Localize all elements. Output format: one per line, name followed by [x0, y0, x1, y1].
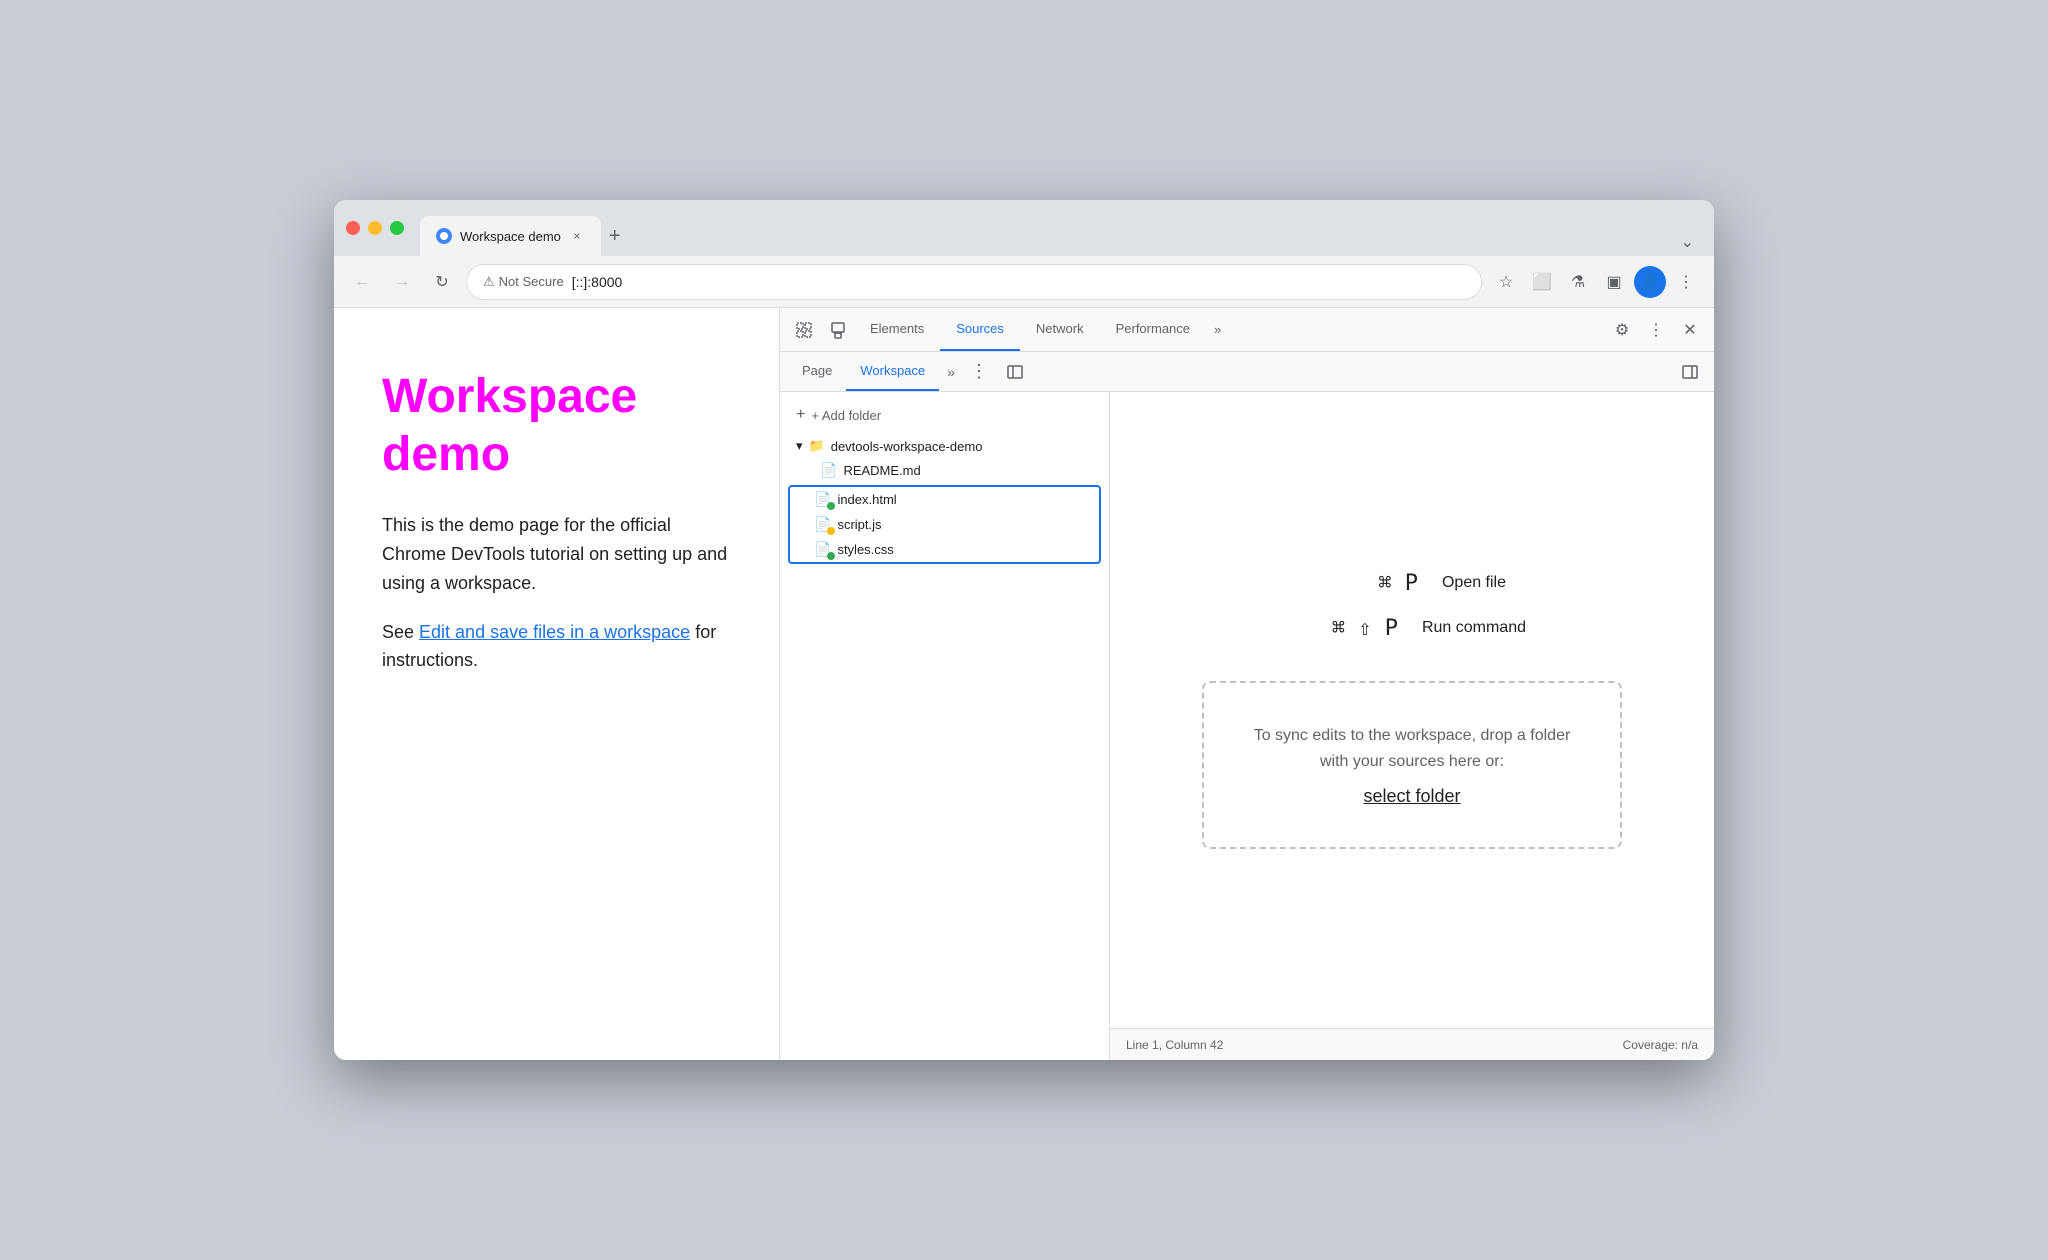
tab-favicon: [436, 228, 452, 244]
page-link-text: See Edit and save files in a workspace f…: [382, 618, 731, 676]
devtools-topbar: Elements Sources Network Performance » ⚙: [780, 308, 1714, 352]
page-content: Workspace demo This is the demo page for…: [334, 308, 779, 1060]
drop-zone[interactable]: To sync edits to the workspace, drop a f…: [1202, 681, 1622, 849]
nav-bar: ← → ↻ ⚠ Not Secure [::]:8000 ☆ ⬜ ⚗ ▣ 👤 ⋮: [334, 256, 1714, 308]
devtools-tabs: Elements Sources Network Performance »: [854, 308, 1606, 351]
status-bar: Line 1, Column 42 Coverage: n/a: [1110, 1028, 1714, 1060]
subtab-menu-button[interactable]: ⋮: [963, 356, 995, 388]
warning-icon: ⚠: [483, 274, 495, 290]
file-group-highlight: 📄 index.html 📄 script.js: [788, 485, 1101, 564]
browser-window: Workspace demo × + ⌄ ← → ↻ ⚠ Not Secure …: [334, 200, 1714, 1060]
inspect-element-icon[interactable]: [788, 314, 820, 346]
shortcut-label-run: Run command: [1422, 619, 1526, 637]
device-toolbar-icon[interactable]: [822, 314, 854, 346]
page-description: This is the demo page for the official C…: [382, 511, 731, 597]
file-item-readme[interactable]: 📄 README.md: [780, 458, 1109, 483]
select-folder-link[interactable]: select folder: [1363, 786, 1460, 806]
nav-icons: ☆ ⬜ ⚗ ▣ 👤 ⋮: [1490, 266, 1702, 298]
maximize-button[interactable]: [390, 221, 404, 235]
chevron-down-icon: ▾: [796, 438, 803, 454]
page-title: Workspace demo: [382, 368, 731, 483]
tab-menu-button[interactable]: ⌄: [1673, 228, 1702, 256]
close-button[interactable]: [346, 221, 360, 235]
minimize-button[interactable]: [368, 221, 382, 235]
file-icon-plain: 📄: [820, 462, 837, 479]
split-view-icon[interactable]: ▣: [1598, 266, 1630, 298]
profile-button[interactable]: 👤: [1634, 266, 1666, 298]
folder-item[interactable]: ▾ 📁 devtools-workspace-demo: [780, 434, 1109, 458]
security-indicator: ⚠ Not Secure: [483, 274, 564, 290]
main-content: Workspace demo This is the demo page for…: [334, 308, 1714, 1060]
tab-title: Workspace demo: [460, 229, 561, 244]
devtools-body: + + Add folder ▾ 📁 devtools-workspace-de…: [780, 392, 1714, 1060]
url-text: [::]:8000: [572, 274, 623, 290]
devtools-left-icons: [788, 314, 854, 346]
tab-elements[interactable]: Elements: [854, 308, 940, 351]
folder-icon: 📁: [809, 438, 825, 454]
shortcut-open-file: ⌘ P Open file: [1318, 571, 1506, 596]
shortcut-keys-open: ⌘ P: [1318, 571, 1418, 596]
code-area: ⌘ P Open file ⌘ ⇧ P Run command To sync …: [1110, 392, 1714, 1060]
cursor-position: Line 1, Column 42: [1126, 1038, 1223, 1052]
refresh-button[interactable]: ↻: [426, 266, 458, 298]
file-icon-html: 📄: [814, 491, 831, 508]
file-tree-panel: + + Add folder ▾ 📁 devtools-workspace-de…: [780, 392, 1110, 1060]
workspace-link[interactable]: Edit and save files in a workspace: [419, 622, 690, 642]
forward-button[interactable]: →: [386, 266, 418, 298]
close-devtools-icon[interactable]: ✕: [1674, 314, 1706, 346]
collapse-sidebar-button[interactable]: [1674, 356, 1706, 388]
shortcut-run-command: ⌘ ⇧ P Run command: [1298, 616, 1526, 641]
title-bar: Workspace demo × + ⌄: [334, 200, 1714, 256]
add-icon: +: [796, 406, 805, 424]
tab-network[interactable]: Network: [1020, 308, 1100, 351]
new-tab-button[interactable]: +: [601, 217, 629, 256]
tab-performance[interactable]: Performance: [1100, 308, 1206, 351]
file-item-script[interactable]: 📄 script.js: [790, 512, 1099, 537]
devtools-right-icons: ⚙ ⋮ ✕: [1606, 314, 1706, 346]
file-icon-js: 📄: [814, 516, 831, 533]
drop-zone-text: To sync edits to the workspace, drop a f…: [1252, 723, 1572, 774]
extensions-icon[interactable]: ⬜: [1526, 266, 1558, 298]
shortcut-label-open: Open file: [1442, 574, 1506, 592]
more-subtabs-button[interactable]: »: [939, 364, 963, 380]
coverage-status: Coverage: n/a: [1623, 1038, 1698, 1052]
not-secure-label: Not Secure: [499, 274, 564, 289]
more-options-icon[interactable]: ⋮: [1640, 314, 1672, 346]
tab-sources[interactable]: Sources: [940, 308, 1020, 351]
tab-bar: Workspace demo × + ⌄: [420, 200, 1702, 256]
bookmark-icon[interactable]: ☆: [1490, 266, 1522, 298]
back-button[interactable]: ←: [346, 266, 378, 298]
settings-icon[interactable]: ⚙: [1606, 314, 1638, 346]
address-bar[interactable]: ⚠ Not Secure [::]:8000: [466, 264, 1482, 300]
devtools-subheader: Page Workspace » ⋮: [780, 352, 1714, 392]
devtools-panel: Elements Sources Network Performance » ⚙: [779, 308, 1714, 1060]
lab-icon[interactable]: ⚗: [1562, 266, 1594, 298]
shortcut-keys-run: ⌘ ⇧ P: [1298, 616, 1398, 641]
more-tabs-button[interactable]: »: [1206, 308, 1229, 351]
code-main: ⌘ P Open file ⌘ ⇧ P Run command To sync …: [1110, 392, 1714, 1028]
file-icon-css: 📄: [814, 541, 831, 558]
subtab-page[interactable]: Page: [788, 352, 846, 391]
active-tab[interactable]: Workspace demo ×: [420, 216, 601, 256]
link-prefix: See: [382, 622, 419, 642]
sidebar-toggle-icon[interactable]: [999, 356, 1031, 388]
folder-tree: ▾ 📁 devtools-workspace-demo 📄 README.md: [780, 430, 1109, 570]
menu-icon[interactable]: ⋮: [1670, 266, 1702, 298]
traffic-lights: [346, 221, 404, 235]
tab-close-button[interactable]: ×: [569, 228, 585, 244]
add-folder-button[interactable]: + + Add folder: [780, 400, 1109, 430]
subtab-workspace[interactable]: Workspace: [846, 352, 939, 391]
file-item-styles[interactable]: 📄 styles.css: [790, 537, 1099, 562]
file-item-index[interactable]: 📄 index.html: [790, 487, 1099, 512]
